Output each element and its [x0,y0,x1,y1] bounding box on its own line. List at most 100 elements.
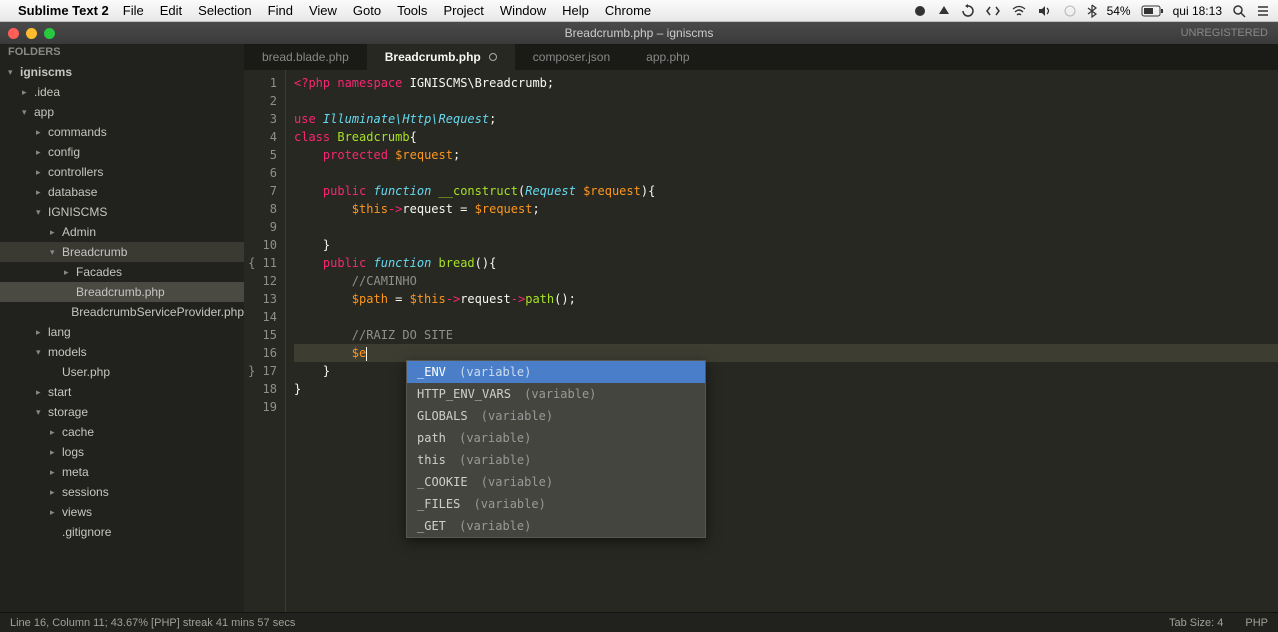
menu-project[interactable]: Project [443,3,483,18]
tree-item[interactable]: ▸Facades [0,262,244,282]
status-syntax[interactable]: PHP [1245,617,1268,629]
tok: bread [439,256,475,270]
chevron-down-icon[interactable]: ▾ [36,207,46,218]
menu-find[interactable]: Find [268,3,293,18]
close-button[interactable] [8,28,19,39]
autocomplete-item[interactable]: path (variable) [407,427,705,449]
bluetooth-icon[interactable] [1087,4,1097,18]
chevron-down-icon[interactable]: ▾ [8,67,18,78]
autocomplete-item[interactable]: GLOBALS (variable) [407,405,705,427]
tree-item[interactable]: .gitignore [0,522,244,542]
ghost-icon[interactable] [1063,4,1077,18]
chevron-right-icon[interactable]: ▸ [50,447,60,458]
chevron-right-icon[interactable]: ▸ [50,427,60,438]
gdrive-icon[interactable] [937,4,951,18]
chevron-right-icon[interactable]: ▸ [36,167,46,178]
tree-item[interactable]: ▸database [0,182,244,202]
tok: ; [489,112,496,126]
volume-icon[interactable] [1037,4,1053,18]
tab[interactable]: composer.json [515,44,628,70]
tok: class [294,130,330,144]
tok: Breadcrumb [337,130,409,144]
menu-file[interactable]: File [123,3,144,18]
tree-item[interactable]: ▸logs [0,442,244,462]
tree-item[interactable]: BreadcrumbServiceProvider.php [0,302,244,322]
tree-item[interactable]: ▸config [0,142,244,162]
wifi-icon[interactable] [1011,4,1027,18]
menu-chrome[interactable]: Chrome [605,3,651,18]
chevron-right-icon[interactable]: ▸ [36,127,46,138]
autocomplete-item[interactable]: HTTP_ENV_VARS (variable) [407,383,705,405]
chevron-down-icon[interactable]: ▾ [50,247,60,258]
tree-item[interactable]: User.php [0,362,244,382]
chevron-right-icon[interactable]: ▸ [64,267,74,278]
clock[interactable]: qui 18:13 [1173,4,1222,18]
line-number: 2 [244,92,277,110]
tree-item[interactable]: Breadcrumb.php [0,282,244,302]
autocomplete-hint: (variable) [474,409,553,423]
menu-window[interactable]: Window [500,3,546,18]
autocomplete-item[interactable]: this (variable) [407,449,705,471]
tree-item[interactable]: ▾igniscms [0,62,244,82]
tab[interactable]: bread.blade.php [244,44,367,70]
tab[interactable]: Breadcrumb.php [367,44,515,70]
chevron-down-icon[interactable]: ▾ [36,347,46,358]
spotlight-icon[interactable] [1232,4,1246,18]
tree-item[interactable]: ▸sessions [0,482,244,502]
menu-selection[interactable]: Selection [198,3,251,18]
battery-icon[interactable] [1141,5,1163,17]
chevron-right-icon[interactable]: ▸ [50,227,60,238]
tree-item[interactable]: ▸commands [0,122,244,142]
tree-item[interactable]: ▾storage [0,402,244,422]
tree-item[interactable]: ▸views [0,502,244,522]
code-editor[interactable]: 12345678910{ 111213141516} 171819 <?php … [244,70,1278,612]
chevron-right-icon[interactable]: ▸ [50,467,60,478]
tree-item[interactable]: ▾app [0,102,244,122]
zoom-button[interactable] [44,28,55,39]
chevron-right-icon[interactable]: ▸ [36,327,46,338]
modified-indicator-icon [489,53,497,61]
tree-item[interactable]: ▸Admin [0,222,244,242]
tok: request [402,202,453,216]
chevron-right-icon[interactable]: ▸ [36,387,46,398]
tree-item[interactable]: ▾IGNISCMS [0,202,244,222]
autocomplete-popup[interactable]: _ENV (variable)HTTP_ENV_VARS (variable)G… [406,360,706,538]
app-name[interactable]: Sublime Text 2 [18,3,109,18]
code-content[interactable]: <?php namespace IGNISCMS\Breadcrumb; use… [286,70,1278,612]
chevron-down-icon[interactable]: ▾ [36,407,46,418]
tok: function [374,256,432,270]
tree-item[interactable]: ▸meta [0,462,244,482]
tree-item[interactable]: ▾Breadcrumb [0,242,244,262]
line-number: 10 [244,236,277,254]
menu-goto[interactable]: Goto [353,3,381,18]
minimize-button[interactable] [26,28,37,39]
autocomplete-item[interactable]: _ENV (variable) [407,361,705,383]
autocomplete-item[interactable]: _FILES (variable) [407,493,705,515]
tree-item[interactable]: ▾models [0,342,244,362]
code-icon[interactable] [985,4,1001,18]
tree-item[interactable]: ▸lang [0,322,244,342]
chevron-right-icon[interactable]: ▸ [50,507,60,518]
menu-tools[interactable]: Tools [397,3,427,18]
tab[interactable]: app.php [628,44,707,70]
tree-item[interactable]: ▸cache [0,422,244,442]
chevron-right-icon[interactable]: ▸ [36,187,46,198]
tree-item[interactable]: ▸.idea [0,82,244,102]
chevron-right-icon[interactable]: ▸ [22,87,32,98]
notifications-icon[interactable] [1256,4,1270,18]
menu-help[interactable]: Help [562,3,589,18]
menu-view[interactable]: View [309,3,337,18]
status-tab-size[interactable]: Tab Size: 4 [1169,617,1223,629]
sync-icon[interactable] [961,4,975,18]
tree-item[interactable]: ▸controllers [0,162,244,182]
toggl-icon[interactable] [913,4,927,18]
chevron-right-icon[interactable]: ▸ [50,487,60,498]
chevron-down-icon[interactable]: ▾ [22,107,32,118]
tok: <?php [294,76,330,90]
autocomplete-item[interactable]: _GET (variable) [407,515,705,537]
menu-edit[interactable]: Edit [160,3,182,18]
autocomplete-item[interactable]: _COOKIE (variable) [407,471,705,493]
tree-item[interactable]: ▸start [0,382,244,402]
chevron-right-icon[interactable]: ▸ [36,147,46,158]
battery-percent[interactable]: 54% [1107,4,1131,18]
